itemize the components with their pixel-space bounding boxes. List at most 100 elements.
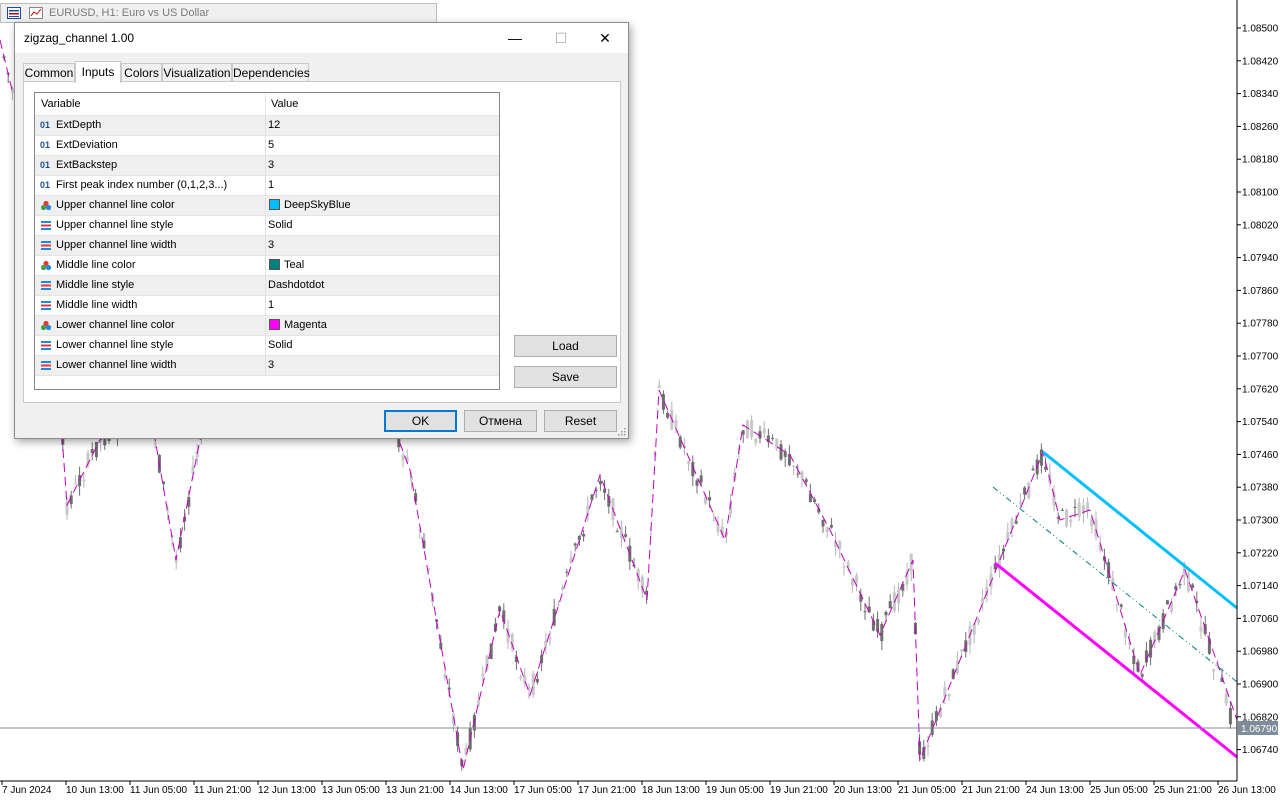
integer-type-icon: 01 <box>40 140 51 150</box>
color-swatch[interactable] <box>269 199 280 210</box>
table-header: Variable Value <box>35 93 499 116</box>
candle-body <box>779 444 783 460</box>
close-icon: ✕ <box>599 30 611 46</box>
table-row[interactable]: Upper channel line color DeepSkyBlue <box>35 196 499 216</box>
save-button[interactable]: Save <box>514 366 617 388</box>
color-type-icon <box>40 200 52 211</box>
time-tick-label: 13 Jun 05:00 <box>322 785 380 796</box>
candle-body <box>531 673 535 695</box>
price-tick-label: 1.07780 <box>1242 319 1279 330</box>
candle-body <box>477 700 481 706</box>
candle-body <box>166 509 170 512</box>
table-row[interactable]: 01 First peak index number (0,1,2,3...) 1 <box>35 176 499 196</box>
table-row[interactable]: Lower channel line style Solid <box>35 336 499 356</box>
candle-body <box>577 535 581 540</box>
table-row[interactable]: Middle line style Dashdotdot <box>35 276 499 296</box>
variable-name: Upper channel line width <box>56 239 177 251</box>
candle-body <box>590 494 594 500</box>
chart-window-icon <box>7 7 21 19</box>
candle-body <box>573 543 577 546</box>
variable-name: ExtDeviation <box>56 139 118 151</box>
table-row[interactable]: Middle line width 1 <box>35 296 499 316</box>
variable-value[interactable]: 1 <box>268 179 274 191</box>
price-tick-label: 1.06900 <box>1242 680 1279 691</box>
color-swatch[interactable] <box>269 259 280 270</box>
price-tick-label: 1.07540 <box>1242 417 1279 428</box>
time-tick-label: 21 Jun 05:00 <box>898 785 956 796</box>
table-row[interactable]: 01 ExtDeviation 5 <box>35 136 499 156</box>
chart-symbol-icon <box>29 7 43 19</box>
price-tick-label: 1.07940 <box>1242 253 1279 264</box>
load-button[interactable]: Load <box>514 335 617 357</box>
candle-body <box>976 619 980 623</box>
variable-name: Lower channel line color <box>56 319 175 331</box>
dialog-titlebar[interactable]: zigzag_channel 1.00 — ☐ ✕ <box>15 23 628 53</box>
ok-button[interactable]: OK <box>384 410 457 432</box>
candle-body <box>926 745 930 747</box>
candle-body <box>1212 669 1216 672</box>
maximize-button[interactable]: ☐ <box>538 23 584 53</box>
tab-colors[interactable]: Colors <box>121 63 162 82</box>
candle-body <box>1014 521 1018 524</box>
middle-channel-line <box>992 486 1238 683</box>
tab-common[interactable]: Common <box>23 63 75 82</box>
variable-value[interactable]: Teal <box>284 259 304 271</box>
color-swatch[interactable] <box>269 319 280 330</box>
cancel-button[interactable]: Отмена <box>464 410 537 432</box>
candle-body <box>712 519 716 521</box>
table-row[interactable]: Lower channel line color Magenta <box>35 316 499 336</box>
table-row[interactable]: Upper channel line width 3 <box>35 236 499 256</box>
variable-value[interactable]: 1 <box>268 299 274 311</box>
header-value[interactable]: Value <box>271 98 298 110</box>
candle-body <box>1086 502 1090 511</box>
reset-button[interactable]: Reset <box>544 410 617 432</box>
price-tick-label: 1.07460 <box>1242 450 1279 461</box>
variable-value[interactable]: Magenta <box>284 319 327 331</box>
candle-body <box>745 420 749 439</box>
candle-body <box>78 475 82 487</box>
minimize-button[interactable]: — <box>492 23 538 53</box>
variable-name: Middle line style <box>56 279 135 291</box>
header-variable[interactable]: Variable <box>41 98 81 110</box>
time-tick-label: 11 Jun 21:00 <box>194 785 252 796</box>
variable-value[interactable]: DeepSkyBlue <box>284 199 351 211</box>
table-row[interactable]: Lower channel line width 3 <box>35 356 499 376</box>
variable-value[interactable]: 3 <box>268 359 274 371</box>
candle-body <box>535 678 539 683</box>
variable-value[interactable]: 12 <box>268 119 280 131</box>
candle-body <box>1060 509 1064 511</box>
time-tick-label: 13 Jun 21:00 <box>386 785 444 796</box>
candle-body <box>804 479 808 483</box>
tab-dependencies[interactable]: Dependencies <box>232 63 310 82</box>
price-tick-label: 1.07620 <box>1242 384 1279 395</box>
enum-type-icon <box>40 340 52 351</box>
integer-type-icon: 01 <box>40 180 51 190</box>
chart-window-title[interactable]: EURUSD, H1: Euro vs US Dollar <box>0 3 437 23</box>
candle-body <box>708 497 712 501</box>
variable-value[interactable]: 3 <box>268 159 274 171</box>
price-tick-label: 1.08260 <box>1242 122 1279 133</box>
resize-grip-icon[interactable] <box>617 427 626 436</box>
table-row[interactable]: 01 ExtDepth 12 <box>35 116 499 136</box>
candle-body <box>556 604 560 606</box>
time-axis: 7 Jun 2024 10 Jun 13:00 11 Jun 05:00 11 Jun… <box>1 781 1276 796</box>
price-tick-label: 1.07380 <box>1242 483 1279 494</box>
candle-body <box>754 438 758 444</box>
tab-inputs[interactable]: Inputs <box>75 61 121 83</box>
variable-value[interactable]: Solid <box>268 339 292 351</box>
variable-value[interactable]: Dashdotdot <box>268 279 324 291</box>
close-button[interactable]: ✕ <box>582 23 628 53</box>
tab-visualization[interactable]: Visualization <box>162 63 232 82</box>
variable-value[interactable]: 5 <box>268 139 274 151</box>
candle-body <box>666 413 670 418</box>
table-row[interactable]: Upper channel line style Solid <box>35 216 499 236</box>
current-price-text: 1.06790 <box>1241 724 1278 735</box>
variable-value[interactable]: 3 <box>268 239 274 251</box>
time-tick-label: 21 Jun 21:00 <box>962 785 1020 796</box>
candle-body <box>1073 506 1077 508</box>
variable-value[interactable]: Solid <box>268 219 292 231</box>
candle-body <box>855 575 859 583</box>
table-row[interactable]: Middle line color Teal <box>35 256 499 276</box>
candle-body <box>598 480 602 485</box>
table-row[interactable]: 01 ExtBackstep 3 <box>35 156 499 176</box>
